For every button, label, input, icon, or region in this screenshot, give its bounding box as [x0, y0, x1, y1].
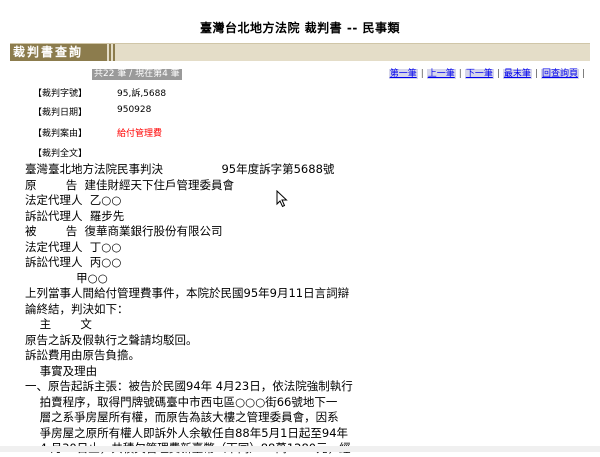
nav-separator: |	[420, 69, 424, 79]
judgment-line: 法定代理人 丁○○	[25, 239, 122, 254]
mouse-cursor-icon	[276, 190, 288, 208]
judgment-line: 臺灣臺北地方法院民事判決 95年度訴字第5688號	[25, 162, 335, 176]
tab-stripes	[105, 44, 119, 61]
nav-separator: |	[458, 69, 462, 79]
first-record-link[interactable]: 第一筆	[388, 69, 418, 79]
judgment-line: 原告之訴及假執行之聲請均駁回。	[25, 332, 198, 347]
judgment-line: 主 文	[25, 317, 92, 331]
judgment-line: 甲○○	[25, 270, 108, 285]
last-record-link[interactable]: 最末筆	[502, 69, 532, 79]
page-title: 臺灣台北地方法院 裁判書 -- 民事類	[200, 21, 400, 35]
next-record-link[interactable]: 下一筆	[464, 69, 494, 79]
judgment-line: 被 告 復華商業銀行股份有限公司	[25, 224, 223, 238]
date-label: 【裁判日期】	[33, 108, 88, 118]
judgment-line: 訴訟費用由原告負擔。	[25, 348, 140, 362]
back-to-search-link[interactable]: 回查詢頁	[540, 69, 579, 79]
judgment-line: 上列當事人間給付管理費事件，本院於民國95年9月11日言詞辯	[25, 286, 350, 300]
judgment-line: 法定代理人 乙○○	[25, 193, 122, 207]
judgment-line: 層之系爭房屋所有權，而原告為該大樓之管理委員會，因系	[25, 410, 339, 424]
cause-label: 【裁判案由】	[33, 129, 88, 139]
judgment-line: 論終結，判決如下：	[25, 301, 129, 316]
nav-separator: |	[581, 69, 585, 79]
title-tab: 裁判書查詢	[10, 44, 105, 61]
bottom-scroll-strip	[0, 446, 600, 452]
judgment-line: 一、原告起訴主張：被告於民國94年 4月23日，依法院強制執行	[25, 379, 353, 393]
judgment-line: 訴訟代理人 丙○○	[25, 255, 122, 269]
case-no-label: 【裁判字號】	[33, 89, 88, 99]
prev-record-link[interactable]: 上一筆	[426, 69, 456, 79]
nav-separator: |	[534, 69, 538, 79]
nav-separator: |	[496, 69, 500, 79]
pagination-info: 共22 筆 / 現在第4 筆	[92, 69, 182, 80]
cause-value: 給付管理費	[117, 129, 163, 139]
judgment-line: 事實及理由	[25, 363, 98, 378]
judgment-line: 拍賣程序，取得門牌號碼臺中市西屯區○○○街66號地下一	[25, 394, 338, 409]
case-no-value: 95,訴,5688	[117, 89, 167, 99]
record-nav: 第一筆 | 上一筆 | 下一筆 | 最末筆 | 回查詢頁 |	[388, 69, 588, 80]
judgment-text: 臺灣臺北地方法院民事判決 95年度訴字第5688號原 告 建佳財經天下住戶管理委…	[25, 162, 385, 457]
date-value: 950928	[117, 105, 152, 115]
judgment-line: 爭房屋之原所有權人即訴外人余敏任自88年5月1日起至94年	[25, 425, 349, 440]
judgment-line: 訴訟代理人 羅步先	[25, 208, 125, 223]
fulltext-label: 【裁判全文】	[33, 149, 88, 159]
title-bar: 裁判書查詢	[10, 43, 590, 61]
judgment-line: 原 告 建佳財經天下住戶管理委員會	[25, 177, 235, 192]
